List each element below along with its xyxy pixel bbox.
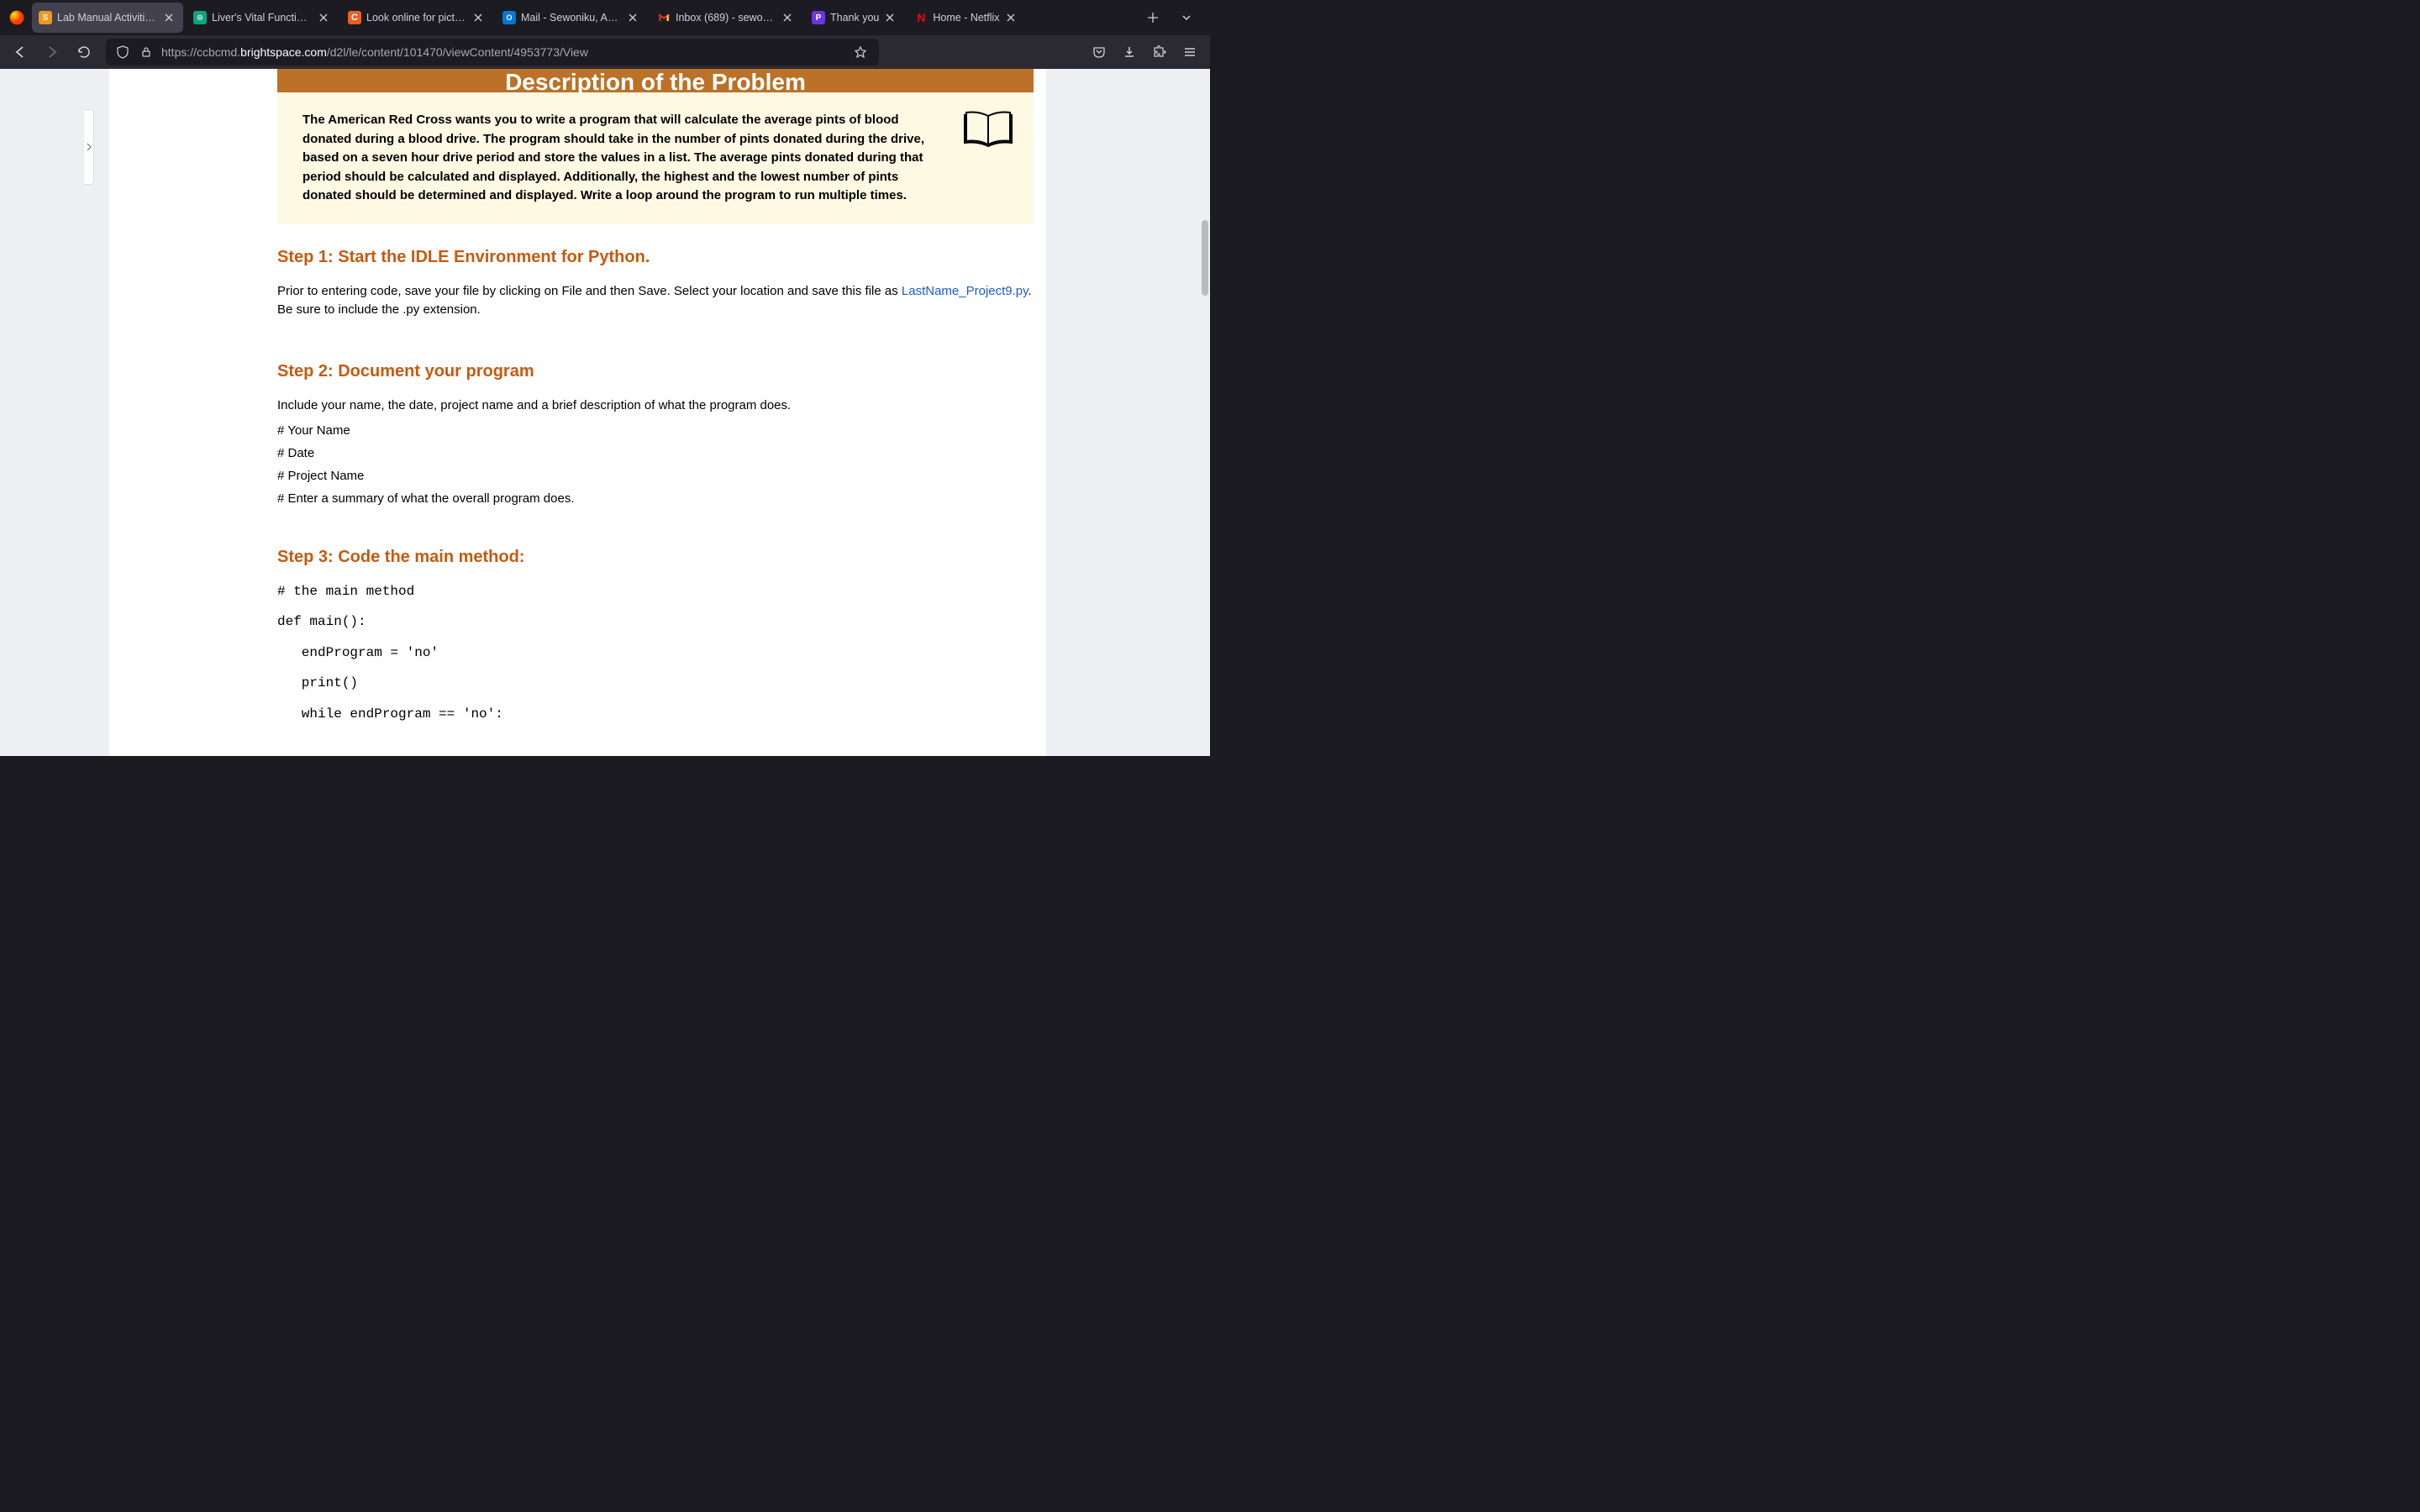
step-3-heading: Step 3: Code the main method:: [277, 548, 1034, 567]
list-all-tabs-button[interactable]: [1173, 4, 1200, 31]
tab-title: Home - Netflix: [933, 12, 999, 24]
banner: Description of the Problem: [277, 69, 1034, 92]
step-1-heading: Step 1: Start the IDLE Environment for P…: [277, 248, 1034, 267]
favicon-outlook: O: [502, 11, 516, 24]
extensions-button[interactable]: [1146, 39, 1173, 66]
favicon-chegg: C: [348, 11, 361, 24]
tab-outlook[interactable]: O Mail - Sewoniku, Adesola: [496, 3, 647, 33]
bookmark-button[interactable]: [850, 42, 871, 62]
address-bar: https://ccbcmd.brightspace.com/d2l/le/co…: [0, 35, 1210, 69]
pocket-button[interactable]: [1086, 39, 1113, 66]
favicon-netflix: N: [914, 11, 928, 24]
comment-line: # Enter a summary of what the overall pr…: [277, 491, 1034, 506]
favicon-p: P: [812, 11, 825, 24]
step-2-section: Step 2: Document your program Include yo…: [277, 362, 1034, 507]
tab-title: Look online for pictures c: [366, 12, 467, 24]
book-icon: [961, 108, 1015, 154]
menu-button[interactable]: [1176, 39, 1203, 66]
step-3-section: Step 3: Code the main method: # the main…: [277, 548, 1034, 723]
shield-icon[interactable]: [114, 44, 131, 60]
tab-thankyou[interactable]: P Thank you: [805, 3, 904, 33]
code-line: # the main method: [277, 582, 1034, 601]
favicon-brightspace: S: [39, 11, 52, 24]
comment-line: # Your Name: [277, 423, 1034, 438]
favicon-gmail: [657, 11, 671, 24]
step-1-text: Prior to entering code, save your file b…: [277, 282, 1034, 320]
firefox-icon: [3, 9, 30, 26]
tab-title: Mail - Sewoniku, Adesola: [521, 12, 622, 24]
url-bar[interactable]: https://ccbcmd.brightspace.com/d2l/le/co…: [106, 39, 879, 66]
close-icon[interactable]: [1003, 10, 1018, 25]
tab-title: Inbox (689) - sewonikua: [676, 12, 776, 24]
tab-gmail[interactable]: Inbox (689) - sewonikua: [650, 3, 802, 33]
close-icon[interactable]: [471, 10, 486, 25]
favicon-chatgpt: ⊛: [193, 11, 207, 24]
scrollbar[interactable]: [1202, 220, 1208, 296]
tab-title: Thank you: [830, 12, 879, 24]
step-1-section: Step 1: Start the IDLE Environment for P…: [277, 248, 1034, 320]
new-tab-button[interactable]: [1139, 4, 1166, 31]
tab-title: Liver's Vital Functions.: [212, 12, 313, 24]
code-line: while endProgram == 'no':: [277, 705, 1034, 723]
url-text: https://ccbcmd.brightspace.com/d2l/le/co…: [161, 45, 845, 59]
tab-title: Lab Manual Activities 9 -: [57, 12, 158, 24]
lock-icon[interactable]: [138, 44, 155, 60]
close-icon[interactable]: [161, 10, 176, 25]
forward-button[interactable]: [39, 39, 66, 66]
tab-netflix[interactable]: N Home - Netflix: [908, 3, 1024, 33]
code-line: endProgram = 'no': [277, 643, 1034, 662]
back-button[interactable]: [7, 39, 34, 66]
comment-line: # Project Name: [277, 469, 1034, 483]
close-icon[interactable]: [780, 10, 795, 25]
content-area: Description of the Problem The American …: [0, 69, 1210, 756]
page-wrapper: Description of the Problem The American …: [109, 69, 1046, 756]
description-text: The American Red Cross wants you to writ…: [302, 111, 1008, 206]
tab-liver[interactable]: ⊛ Liver's Vital Functions.: [187, 3, 338, 33]
reload-button[interactable]: [71, 39, 97, 66]
close-icon[interactable]: [316, 10, 331, 25]
close-icon[interactable]: [625, 10, 640, 25]
step-2-heading: Step 2: Document your program: [277, 362, 1034, 381]
filename-link[interactable]: LastName_Project9.py: [902, 284, 1028, 298]
sidebar-toggle[interactable]: [84, 109, 94, 185]
comment-line: # Date: [277, 446, 1034, 460]
description-box: The American Red Cross wants you to writ…: [277, 92, 1034, 224]
step-2-text: Include your name, the date, project nam…: [277, 396, 1034, 416]
code-line: def main():: [277, 612, 1034, 631]
code-line: print(): [277, 674, 1034, 692]
tab-bar: S Lab Manual Activities 9 - ⊛ Liver's Vi…: [0, 0, 1210, 35]
main-content: Step 1: Start the IDLE Environment for P…: [109, 224, 1034, 723]
close-icon[interactable]: [882, 10, 897, 25]
tab-chegg[interactable]: C Look online for pictures c: [341, 3, 492, 33]
downloads-button[interactable]: [1116, 39, 1143, 66]
tab-lab-manual[interactable]: S Lab Manual Activities 9 -: [32, 3, 183, 33]
